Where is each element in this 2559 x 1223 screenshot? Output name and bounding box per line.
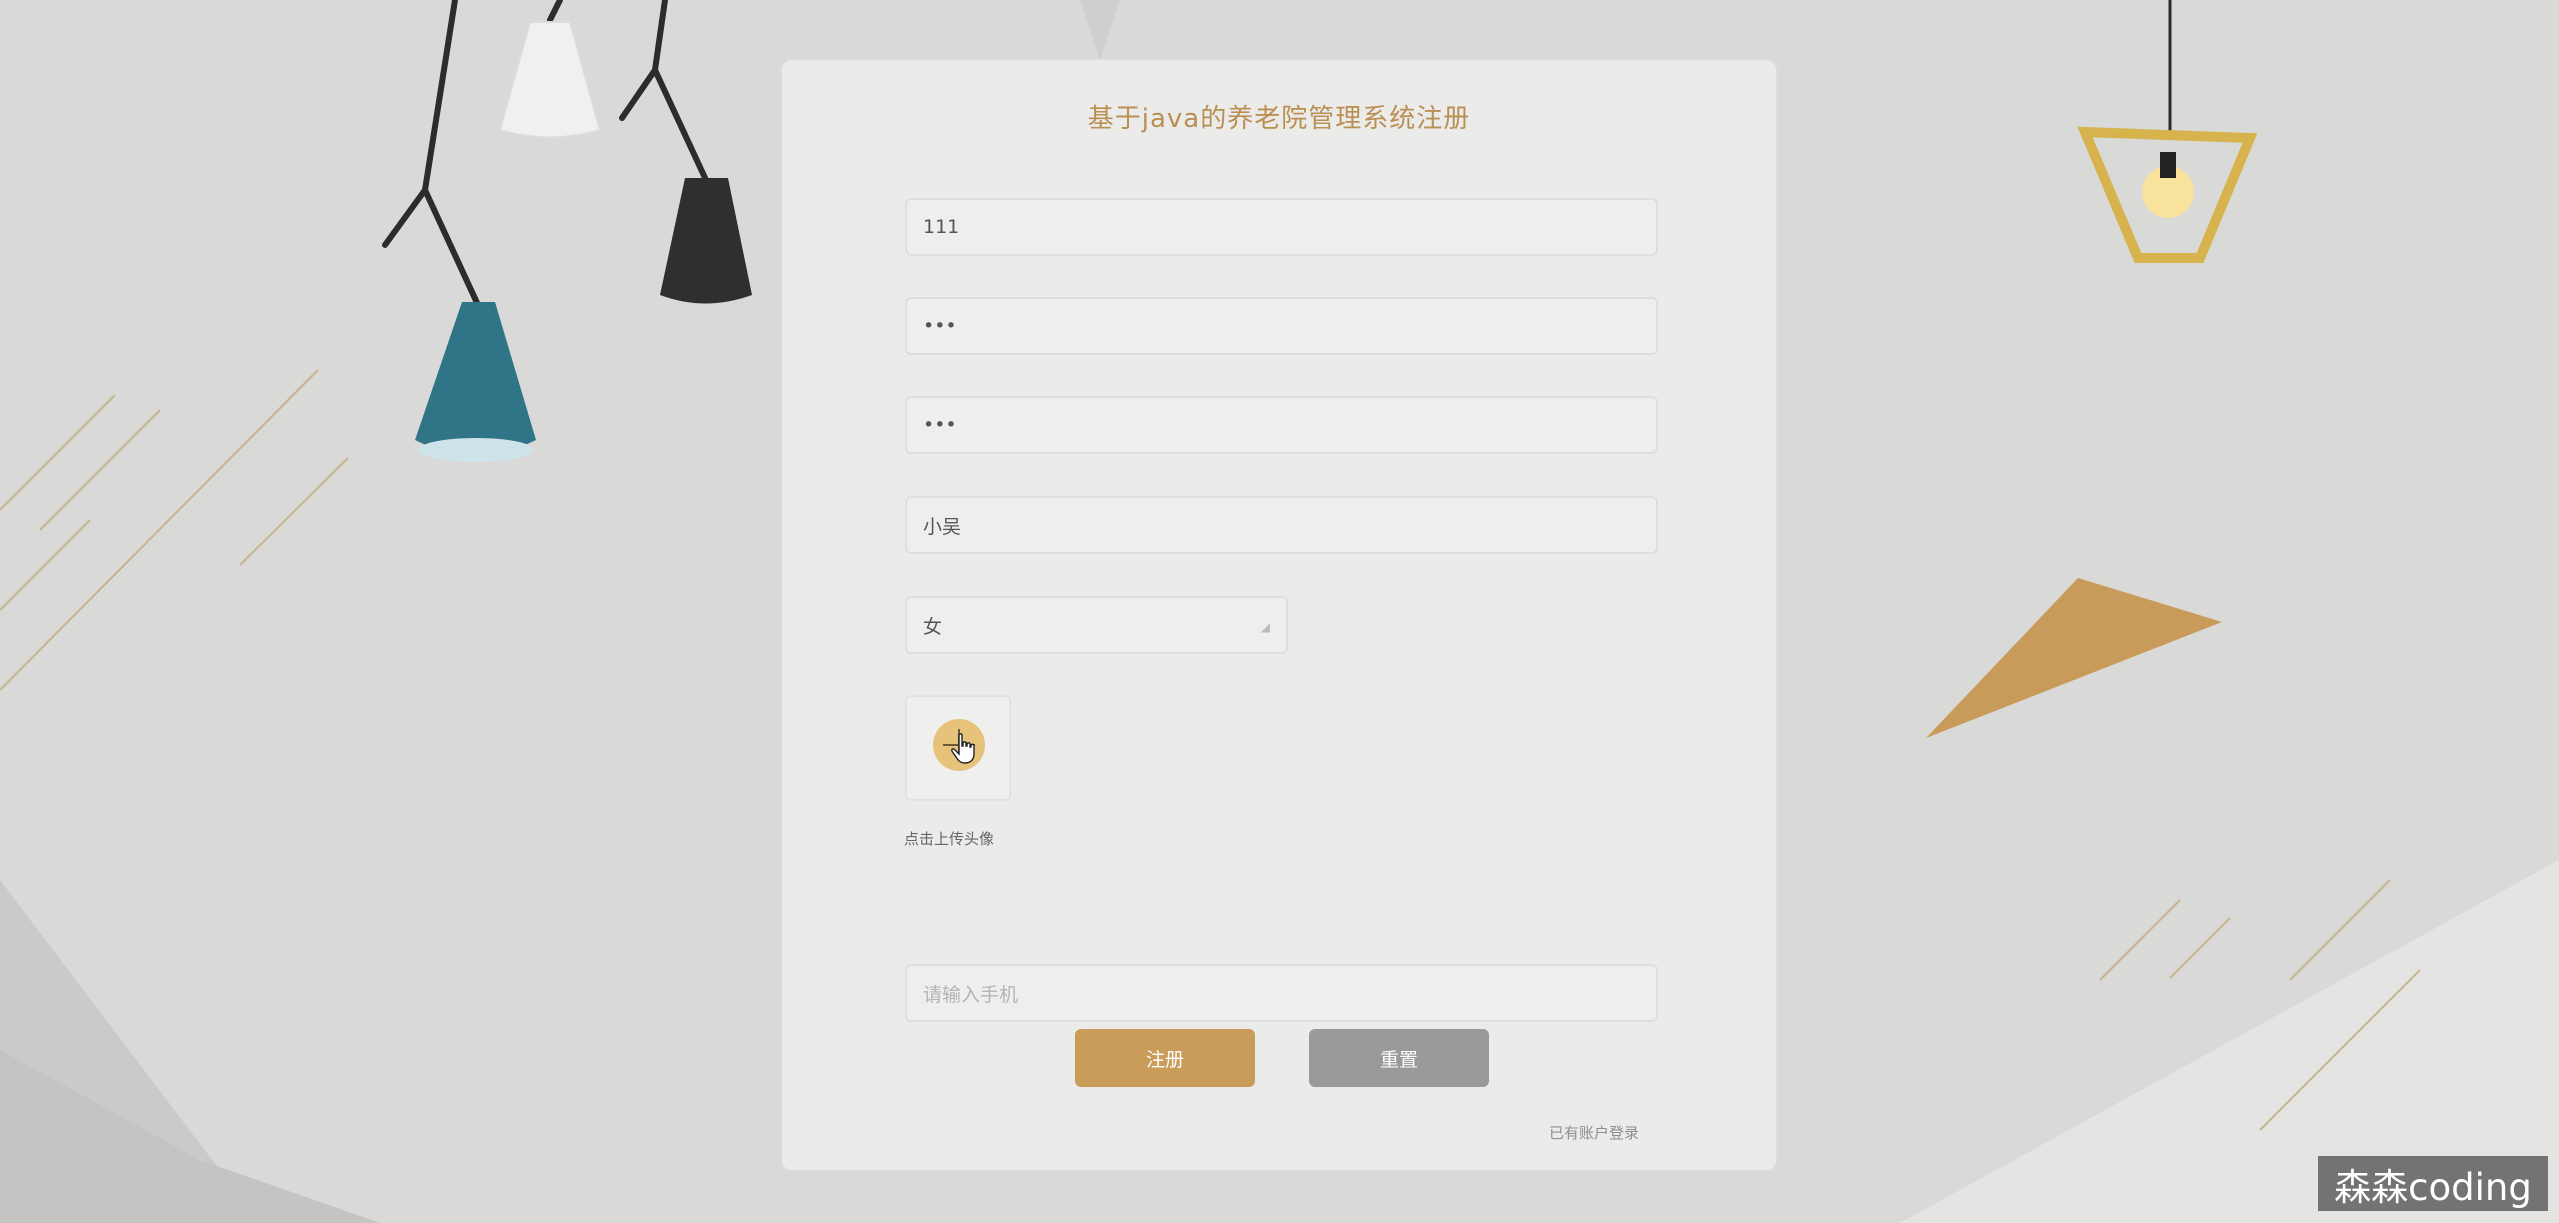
- password-value: •••: [923, 315, 957, 337]
- gold-triangle: [1926, 578, 2222, 738]
- register-card: 基于java的养老院管理系统注册 111 ••• ••• 小吴 女 ◢ 点击上传…: [780, 58, 1778, 1172]
- confirm-password-value: •••: [923, 414, 957, 436]
- name-value: 小吴: [923, 515, 962, 538]
- gender-select[interactable]: 女 ◢: [905, 596, 1288, 654]
- black-lamp: [660, 178, 752, 304]
- upload-hint: 点击上传头像: [904, 830, 995, 848]
- page-title: 基于java的养老院管理系统注册: [1087, 104, 1471, 134]
- reset-button[interactable]: 重置: [1309, 1029, 1489, 1087]
- right-lamp-socket: [2160, 152, 2176, 178]
- bg-lines-left: [0, 369, 349, 691]
- watermark: 森森coding: [2318, 1156, 2548, 1211]
- gender-selected-value: 女: [923, 615, 943, 638]
- phone-placeholder: 请输入手机: [923, 983, 1019, 1006]
- teal-lamp: [415, 302, 536, 455]
- hand-pointer-icon: [951, 733, 975, 764]
- phone-input[interactable]: 请输入手机: [905, 964, 1658, 1022]
- teal-lamp-base: [418, 438, 534, 462]
- name-field[interactable]: 小吴: [905, 496, 1658, 554]
- confirm-password-field[interactable]: •••: [905, 396, 1658, 454]
- register-button[interactable]: 注册: [1075, 1029, 1255, 1087]
- account-value: 111: [923, 216, 960, 238]
- white-lamp: [498, 21, 602, 139]
- login-link[interactable]: 已有账户登录: [1549, 1122, 1639, 1143]
- password-field[interactable]: •••: [905, 297, 1658, 355]
- account-field[interactable]: 111: [905, 198, 1658, 256]
- bg-triangle: [1080, 0, 1120, 60]
- chevron-down-icon: ◢: [1260, 620, 1270, 634]
- avatar-upload[interactable]: [905, 695, 1011, 801]
